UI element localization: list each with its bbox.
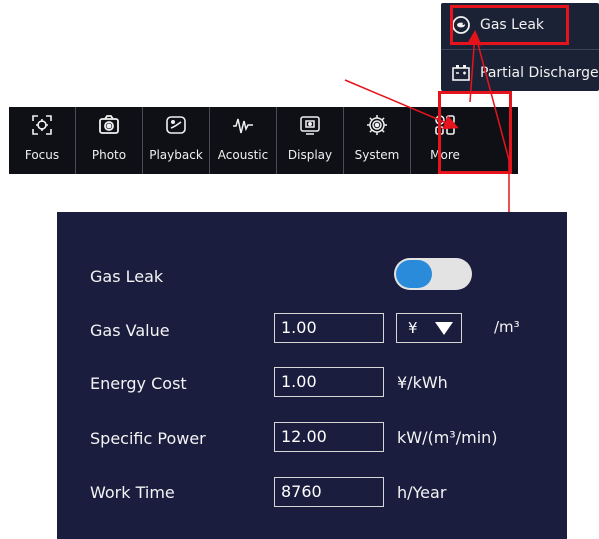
specific-power-input[interactable]: 12.00 xyxy=(274,422,384,452)
energy-cost-unit: ¥/kWh xyxy=(397,373,448,392)
energy-cost-label: Energy Cost xyxy=(90,374,187,393)
dropdown-arrow-icon xyxy=(435,322,453,335)
menu-item-partial-discharge[interactable]: Partial Discharge xyxy=(441,56,599,90)
gas-leak-highlight xyxy=(450,5,569,45)
menu-divider xyxy=(441,49,599,50)
waveform-icon xyxy=(231,113,255,137)
toolbar-label: Photo xyxy=(91,148,127,162)
gas-value-unit: /m³ xyxy=(494,318,520,336)
toolbar-photo[interactable]: Photo xyxy=(76,107,143,174)
toolbar-label: Display xyxy=(287,148,333,162)
toolbar-label: Acoustic xyxy=(217,148,269,162)
partial-discharge-icon xyxy=(450,62,472,84)
toolbar-label: Focus xyxy=(24,148,60,162)
work-time-label: Work Time xyxy=(90,483,175,502)
toolbar-focus[interactable]: Focus xyxy=(9,107,76,174)
toolbar-system[interactable]: System xyxy=(344,107,411,174)
gear-icon xyxy=(365,113,389,137)
playback-icon xyxy=(164,113,188,137)
toolbar-display[interactable]: Display xyxy=(277,107,344,174)
camera-icon xyxy=(97,113,121,137)
focus-icon xyxy=(30,113,54,137)
specific-power-label: Specific Power xyxy=(90,429,206,448)
gas-leak-settings-panel: Gas Leak Gas Value 1.00 ¥ /m³ Energy Cos… xyxy=(57,212,567,539)
toolbar-acoustic[interactable]: Acoustic xyxy=(210,107,277,174)
display-icon xyxy=(298,113,322,137)
toolbar-label: System xyxy=(354,148,400,162)
gas-value-input[interactable]: 1.00 xyxy=(274,313,384,343)
toolbar-label: Playback xyxy=(149,148,203,162)
menu-item-label: Partial Discharge xyxy=(480,65,599,81)
toggle-knob xyxy=(396,260,432,288)
gas-value-label: Gas Value xyxy=(90,321,170,340)
work-time-input[interactable]: 8760 xyxy=(274,477,384,507)
specific-power-unit: kW/(m³/min) xyxy=(397,428,498,447)
gas-leak-label: Gas Leak xyxy=(90,267,164,286)
work-time-unit: h/Year xyxy=(397,483,447,502)
gas-leak-toggle[interactable] xyxy=(394,258,472,290)
currency-select[interactable]: ¥ xyxy=(396,313,462,343)
more-highlight xyxy=(438,91,512,174)
energy-cost-input[interactable]: 1.00 xyxy=(274,367,384,397)
toolbar-playback[interactable]: Playback xyxy=(143,107,210,174)
currency-value: ¥ xyxy=(408,319,418,337)
